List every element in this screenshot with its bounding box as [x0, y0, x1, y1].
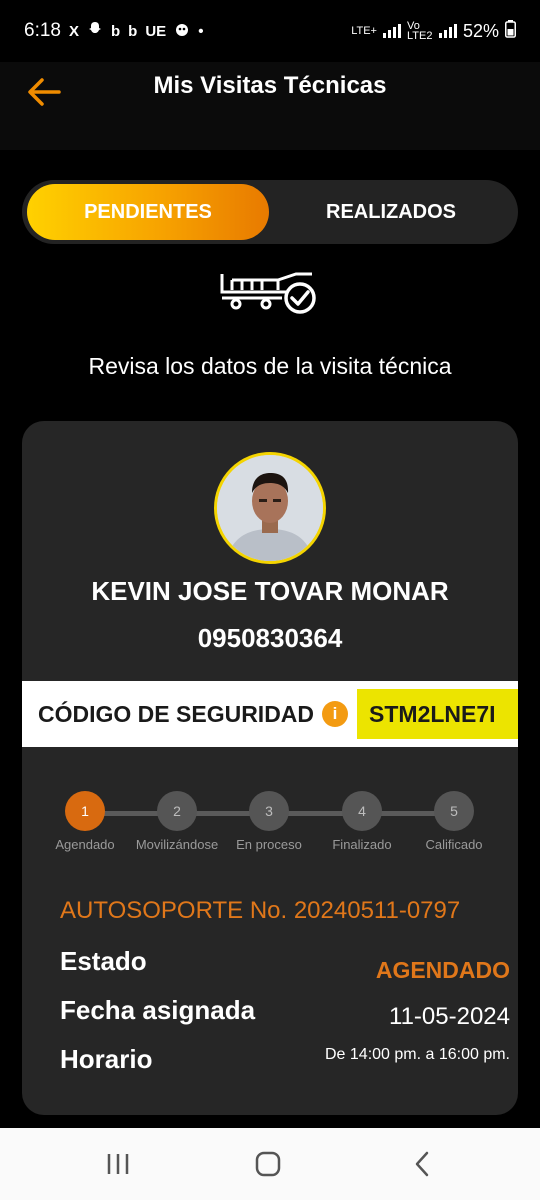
step-number: 5 [434, 791, 474, 831]
bing-notification-icon-2: b [128, 22, 138, 40]
back-icon [415, 1151, 429, 1177]
snapchat-notification-icon [87, 21, 103, 41]
info-icon[interactable]: i [322, 701, 349, 727]
step-label: Finalizado [332, 837, 392, 852]
tab-pendientes[interactable]: PENDIENTES [27, 184, 269, 240]
step-movilizandose: 2 Movilizándose [127, 791, 227, 852]
step-number: 4 [342, 791, 382, 831]
security-code-bar: CÓDIGO DE SEGURIDAD i STM2LNE7I [22, 681, 518, 747]
battery-level: 52% [462, 20, 499, 41]
step-en-proceso: 3 En proceso [219, 791, 319, 852]
page-title: Mis Visitas Técnicas [153, 72, 387, 99]
schedule-value: De 14:00 pm. a 16:00 pm. [325, 1046, 510, 1063]
status-right: LTE+ Vo LTE2 52% [351, 19, 516, 43]
security-code-label: CÓDIGO DE SEGURIDAD [38, 700, 315, 727]
more-notifications-dot: • [198, 22, 204, 40]
truck-check-icon [220, 272, 316, 314]
technician-id-number: 0950830364 [197, 623, 343, 653]
step-calificado: 5 Calificado [404, 791, 504, 852]
security-code-value: STM2LNE7I [357, 689, 518, 739]
person-photo-icon [217, 455, 323, 561]
signal-2-icon [438, 24, 457, 38]
status-left: 6:18 X b b UE • [24, 20, 203, 42]
duolingo-notification-icon [174, 21, 190, 41]
step-label: Agendado [55, 837, 115, 852]
step-number: 1 [65, 791, 105, 831]
step-finalizado: 4 Finalizado [312, 791, 412, 852]
signal-1-icon [382, 24, 401, 38]
status-bar: 6:18 X b b UE • LTE+ Vo LTE2 52% [0, 0, 540, 62]
technician-avatar [214, 452, 326, 564]
visit-progress-stepper: 1 Agendado 2 Movilizándose 3 En proceso … [22, 791, 518, 861]
step-number: 2 [157, 791, 197, 831]
review-instructions: Revisa los datos de la visita técnica [88, 353, 452, 379]
status-time: 6:18 [24, 20, 61, 41]
date-value: 11-05-2024 [389, 1003, 510, 1030]
step-label: En proceso [236, 837, 302, 852]
status-label: Estado [60, 946, 147, 976]
technician-card: KEVIN JOSE TOVAR MONAR 0950830364 CÓDIGO… [22, 421, 518, 1115]
step-label: Calificado [425, 837, 483, 852]
bing-notification-icon-1: b [111, 22, 121, 40]
visit-tabs: PENDIENTES REALIZADOS [22, 180, 518, 244]
date-label: Fecha asignada [60, 995, 256, 1025]
ue-notification-icon: UE [145, 22, 167, 40]
system-back-button[interactable] [392, 1142, 452, 1186]
system-nav-bar [0, 1128, 540, 1200]
step-label: Movilizándose [135, 837, 219, 852]
network-1-label: LTE+ [351, 25, 377, 37]
app-bar: Mis Visitas Técnicas [0, 62, 540, 150]
network-2-label: Vo LTE2 [406, 20, 433, 42]
technician-name: KEVIN JOSE TOVAR MONAR [91, 576, 449, 606]
recents-button[interactable] [88, 1142, 148, 1186]
status-value: AGENDADO [375, 957, 510, 983]
home-button[interactable] [238, 1142, 298, 1186]
ticket-number: AUTOSOPORTE No. 20240511-0797 [60, 897, 461, 924]
step-agendado: 1 Agendado [35, 791, 135, 852]
home-icon [255, 1151, 281, 1177]
tab-realizados[interactable]: REALIZADOS [270, 184, 512, 240]
schedule-label: Horario [60, 1044, 153, 1074]
step-number: 3 [249, 791, 289, 831]
battery-icon [505, 19, 516, 43]
x-notification-icon: X [68, 22, 79, 40]
recents-icon [107, 1154, 129, 1174]
